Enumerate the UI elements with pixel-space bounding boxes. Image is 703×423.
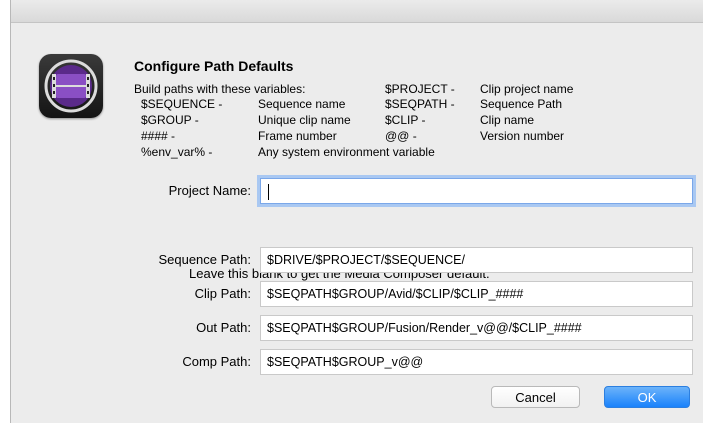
variables-intro: Build paths with these variables: <box>134 82 306 96</box>
out-path-label: Out Path: <box>196 320 251 335</box>
clip-path-input[interactable]: $SEQPATH$GROUP/Avid/$CLIP/$CLIP_#### <box>260 281 693 307</box>
comp-path-label: Comp Path: <box>182 354 251 369</box>
variable-desc: Sequence Path <box>480 97 563 111</box>
project-name-label: Project Name: <box>168 183 251 198</box>
variable-desc: Version number <box>480 129 565 143</box>
variable-name: $PROJECT - <box>385 82 455 96</box>
ok-button[interactable]: OK <box>604 386 690 408</box>
project-name-input[interactable] <box>260 178 693 204</box>
clip-path-label: Clip Path: <box>194 286 251 301</box>
variable-desc: Clip project name <box>480 82 574 96</box>
variable-name: $CLIP - <box>385 113 426 127</box>
configure-path-dialog: Configure Path Defaults Build paths with… <box>10 0 703 423</box>
out-path-input[interactable]: $SEQPATH$GROUP/Fusion/Render_v@@/$CLIP_#… <box>260 315 693 341</box>
variable-name: %env_var% - <box>141 145 213 159</box>
variable-desc: Sequence name <box>258 97 346 111</box>
media-composer-film-icon <box>39 54 103 118</box>
variable-name: $SEQPATH - <box>385 97 455 111</box>
variable-desc: Any system environment variable <box>258 145 435 159</box>
window-titlebar <box>11 0 703 23</box>
variable-name: $SEQUENCE - <box>141 97 223 111</box>
sequence-path-label: Sequence Path: <box>158 252 251 267</box>
variable-desc: Clip name <box>480 113 535 127</box>
variable-name: @@ - <box>385 129 417 143</box>
variable-desc: Frame number <box>258 129 337 143</box>
text-caret <box>268 184 269 200</box>
dialog-heading: Configure Path Defaults <box>134 58 294 74</box>
sequence-path-input[interactable]: $DRIVE/$PROJECT/$SEQUENCE/ <box>260 247 693 273</box>
variable-name: #### - <box>141 129 176 143</box>
variable-desc: Unique clip name <box>258 113 351 127</box>
variable-name: $GROUP - <box>141 113 199 127</box>
comp-path-input[interactable]: $SEQPATH$GROUP_v@@ <box>260 349 693 375</box>
cancel-button[interactable]: Cancel <box>491 386 580 408</box>
